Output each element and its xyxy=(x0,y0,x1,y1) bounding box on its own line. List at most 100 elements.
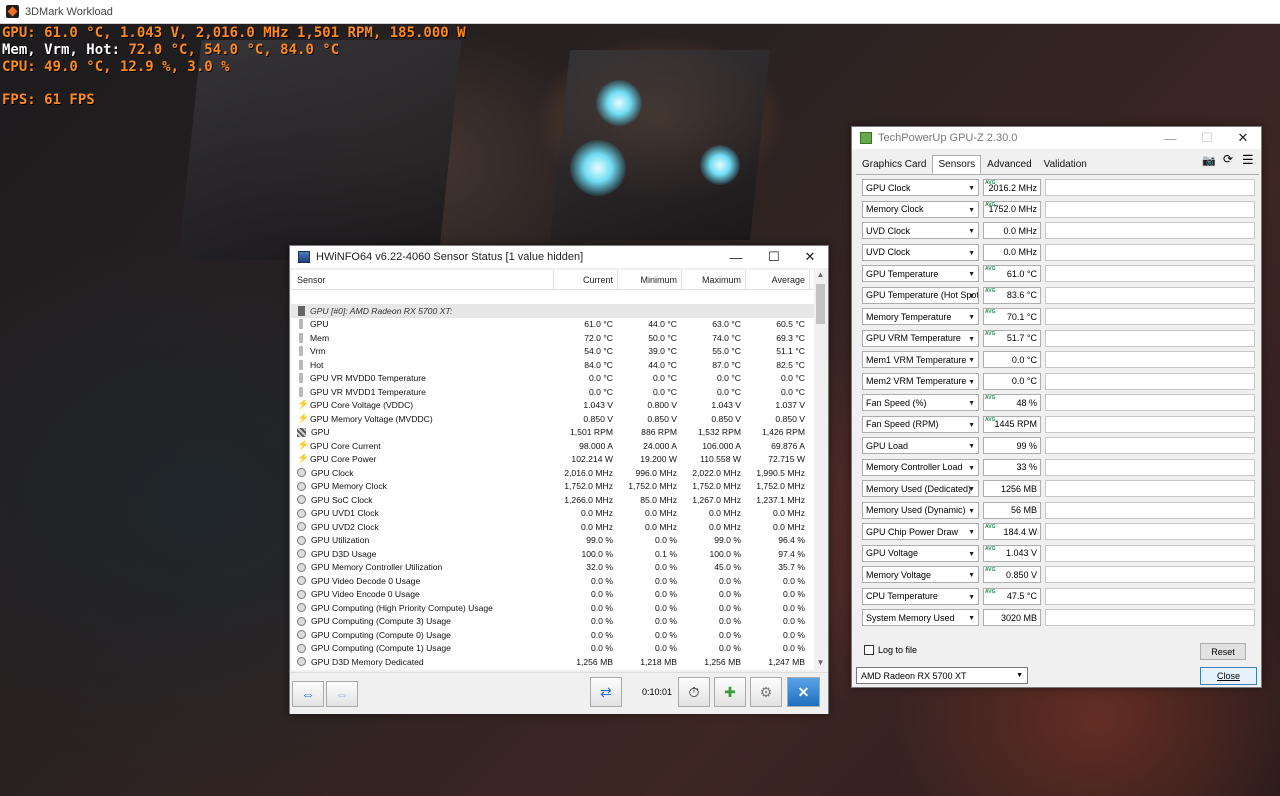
maximize-button[interactable]: ☐ xyxy=(1189,127,1225,149)
sensor-row[interactable]: GPU 61.0 °C 44.0 °C 63.0 °C 60.5 °C xyxy=(291,318,816,332)
settings-gear-button[interactable]: ⚙ xyxy=(750,677,782,707)
sensor-row[interactable]: GPU VR MVDD1 Temperature 0.0 °C 0.0 °C 0.0 … xyxy=(291,385,816,399)
col-current[interactable]: Current xyxy=(554,270,618,290)
sensor-name-dropdown[interactable]: Fan Speed (RPM) ▼ xyxy=(862,415,979,433)
sensor-name-dropdown[interactable]: System Memory Used ▼ xyxy=(862,609,979,626)
sensor-value: 184.4 W xyxy=(1003,526,1037,537)
sensor-row[interactable]: GPU Utilization 99.0 % 0.0 % 99.0 % 96.4 % xyxy=(291,534,816,548)
sensor-row[interactable]: GPU Computing (Compute 3) Usage 0.0 % 0.0 … xyxy=(291,615,816,629)
sensor-row[interactable]: Mem 72.0 °C 50.0 °C 74.0 °C 69.3 °C xyxy=(291,331,816,345)
sensor-name-dropdown[interactable]: GPU Chip Power Draw ▼ xyxy=(862,523,979,540)
sensor-name-dropdown[interactable]: GPU Temperature (Hot Spot) ▼ xyxy=(862,286,979,304)
hwinfo-sensor-list[interactable]: GPU [#0]: AMD Radeon RX 5700 XT: GPU 61.0… xyxy=(291,290,816,670)
sensor-name-dropdown[interactable]: CPU Temperature ▼ xyxy=(862,587,979,605)
avg-indicator-icon: AVG xyxy=(985,524,996,530)
sensor-name-dropdown[interactable]: GPU Clock ▼ xyxy=(862,179,979,196)
sensor-row[interactable]: GPU 1,501 RPM 886 RPM 1,532 RPM 1,426 RPM xyxy=(291,426,816,440)
col-average[interactable]: Average xyxy=(746,270,810,290)
sensor-name-dropdown[interactable]: Memory Temperature ▼ xyxy=(862,308,979,325)
log-to-file-checkbox[interactable] xyxy=(864,645,874,655)
close-x-button[interactable]: ✕ xyxy=(787,677,820,707)
add-report-button[interactable]: ✚ xyxy=(714,677,746,707)
menu-icon[interactable]: ☰ xyxy=(1242,152,1254,168)
sensor-name-dropdown[interactable]: Memory Used (Dedicated) ▼ xyxy=(862,480,979,497)
scroll-down-icon[interactable]: ▼ xyxy=(814,658,827,670)
game-window-titlebar[interactable]: 3DMark Workload xyxy=(0,0,1280,24)
nav-arrows-disabled-button[interactable]: ⇔ xyxy=(326,681,358,707)
camera-icon[interactable]: 📷 xyxy=(1202,154,1216,167)
sensor-name-dropdown[interactable]: Mem2 VRM Temperature ▼ xyxy=(862,372,979,390)
clock-reset-button[interactable]: ⏱ xyxy=(678,677,710,707)
sensor-name-dropdown[interactable]: GPU Voltage ▼ xyxy=(862,544,979,562)
sensor-row[interactable]: GPU D3D Usage 100.0 % 0.1 % 100.0 % 97.4 % xyxy=(291,547,816,561)
sensor-current: 0.0 °C xyxy=(589,373,613,384)
hwinfo-titlebar[interactable]: HWiNFO64 v6.22-4060 Sensor Status [1 val… xyxy=(290,246,828,268)
sensor-name-dropdown[interactable]: GPU Load ▼ xyxy=(862,437,979,454)
tab-validation[interactable]: Validation xyxy=(1038,155,1093,174)
sensor-row[interactable]: ⚡ GPU Memory Voltage (MVDDC) 0.850 V 0.850 … xyxy=(291,412,816,426)
sensor-maximum: 110.558 W xyxy=(700,454,741,465)
sensor-name-dropdown[interactable]: Mem1 VRM Temperature ▼ xyxy=(862,351,979,368)
minimize-button[interactable]: — xyxy=(718,246,754,268)
gpuz-titlebar[interactable]: TechPowerUp GPU-Z 2.30.0 — ☐ ✕ xyxy=(852,127,1261,149)
scroll-up-icon[interactable]: ▲ xyxy=(814,270,827,282)
sensor-row[interactable]: GPU SoC Clock 1,266.0 MHz 85.0 MHz 1,267.0 … xyxy=(291,493,816,507)
sensor-row[interactable]: GPU VR MVDD0 Temperature 0.0 °C 0.0 °C 0.0 … xyxy=(291,372,816,386)
sensor-row[interactable]: GPU Video Encode 0 Usage 0.0 % 0.0 % 0.0 % 0… xyxy=(291,588,816,602)
hwinfo-scrollbar[interactable]: ▲ ▼ xyxy=(814,270,827,670)
chevron-down-icon: ▼ xyxy=(968,271,975,278)
sensor-row[interactable]: GPU Memory Clock 1,752.0 MHz 1,752.0 MHz 1,… xyxy=(291,480,816,494)
scrollbar-thumb[interactable] xyxy=(816,284,825,324)
sensor-name-dropdown[interactable]: Memory Used (Dynamic) ▼ xyxy=(862,501,979,519)
sensor-current: 84.0 °C xyxy=(584,359,613,370)
maximize-button[interactable]: ☐ xyxy=(756,246,792,268)
col-minimum[interactable]: Minimum xyxy=(618,270,682,290)
sensor-name-dropdown[interactable]: Memory Clock ▼ xyxy=(862,200,979,218)
sensor-row[interactable]: Hot 84.0 °C 44.0 °C 87.0 °C 82.5 °C xyxy=(291,358,816,372)
sensor-row[interactable]: GPU Clock 2,016.0 MHz 996.0 MHz 2,022.0 MHz… xyxy=(291,466,816,480)
sensor-row[interactable]: GPU D3D Memory Dedicated 1,256 MB 1,218 MB… xyxy=(291,655,816,669)
col-sensor[interactable]: Sensor xyxy=(291,270,554,290)
sensor-name-dropdown[interactable]: UVD Clock ▼ xyxy=(862,243,979,261)
minimize-button[interactable]: — xyxy=(1152,127,1188,149)
close-button[interactable]: ✕ xyxy=(1225,127,1261,149)
sensor-row[interactable]: ⚡ GPU Core Voltage (VDDC) 1.043 V 0.800 V 1.… xyxy=(291,399,816,413)
sensor-row[interactable]: GPU Video Decode 0 Usage 0.0 % 0.0 % 0.0 % 0… xyxy=(291,574,816,588)
sensor-row[interactable]: Vrm 54.0 °C 39.0 °C 55.0 °C 51.1 °C xyxy=(291,345,816,359)
sensor-row[interactable]: GPU UVD1 Clock 0.0 MHz 0.0 MHz 0.0 MHz 0.0 M… xyxy=(291,507,816,521)
sensor-graph xyxy=(1045,308,1255,325)
tab-advanced[interactable]: Advanced xyxy=(981,155,1037,174)
close-button[interactable]: ✕ xyxy=(792,246,828,268)
sensor-row[interactable]: GPU Computing (Compute 1) Usage 0.0 % 0.0 … xyxy=(291,642,816,656)
device-select[interactable]: AMD Radeon RX 5700 XT ▼ xyxy=(856,667,1028,684)
log-to-file-option[interactable]: Log to file xyxy=(864,645,917,655)
sensor-name-dropdown[interactable]: Fan Speed (%) ▼ xyxy=(862,394,979,411)
sensor-graph xyxy=(1045,587,1255,605)
sensor-current: 0.0 % xyxy=(591,602,613,613)
sensor-name-dropdown[interactable]: Memory Voltage ▼ xyxy=(862,566,979,583)
sensor-row[interactable]: GPU Computing (High Priority Compute) Us… xyxy=(291,601,816,615)
sensor-name: GPU SoC Clock xyxy=(311,494,373,505)
sensor-row[interactable]: ⚡ GPU Core Current 98.000 A 24.000 A 106.000… xyxy=(291,439,816,453)
sensor-row[interactable]: ⚡ GPU Core Power 102.214 W 19.200 W 110.558 … xyxy=(291,453,816,467)
sensor-name-dropdown[interactable]: GPU Temperature ▼ xyxy=(862,265,979,282)
reset-button[interactable]: Reset xyxy=(1200,643,1246,660)
refresh-icon[interactable]: ⟳ xyxy=(1223,152,1233,166)
sensor-value: 0.0 MHz xyxy=(1003,247,1037,257)
tab-sensors[interactable]: Sensors xyxy=(932,155,982,174)
sensor-name-dropdown[interactable]: GPU VRM Temperature ▼ xyxy=(862,329,979,347)
sensor-value-box: AVG 184.4 W xyxy=(983,523,1041,540)
sensor-row[interactable]: GPU Computing (Compute 0) Usage 0.0 % 0.0 … xyxy=(291,628,816,642)
close-text-button[interactable]: Close xyxy=(1200,667,1257,685)
hwinfo-group-header[interactable]: GPU [#0]: AMD Radeon RX 5700 XT: xyxy=(291,304,816,318)
nav-arrows-button[interactable]: ⇔ xyxy=(292,681,324,707)
sensor-row[interactable]: GPU UVD2 Clock 0.0 MHz 0.0 MHz 0.0 MHz 0.0 M… xyxy=(291,520,816,534)
sensor-name: GPU Computing (Compute 3) Usage xyxy=(311,616,451,627)
sensor-row[interactable]: GPU Memory Controller Utilization 32.0 % 0… xyxy=(291,561,816,575)
sensor-name-dropdown[interactable]: Memory Controller Load ▼ xyxy=(862,458,979,476)
sensor-name-dropdown[interactable]: UVD Clock ▼ xyxy=(862,222,979,239)
tab-graphics-card[interactable]: Graphics Card xyxy=(856,155,932,174)
col-maximum[interactable]: Maximum xyxy=(682,270,746,290)
gpuz-sensor-row: Fan Speed (RPM) ▼ AVG 1445 RPM xyxy=(862,415,1258,433)
network-button[interactable]: ⇄ xyxy=(590,677,622,707)
